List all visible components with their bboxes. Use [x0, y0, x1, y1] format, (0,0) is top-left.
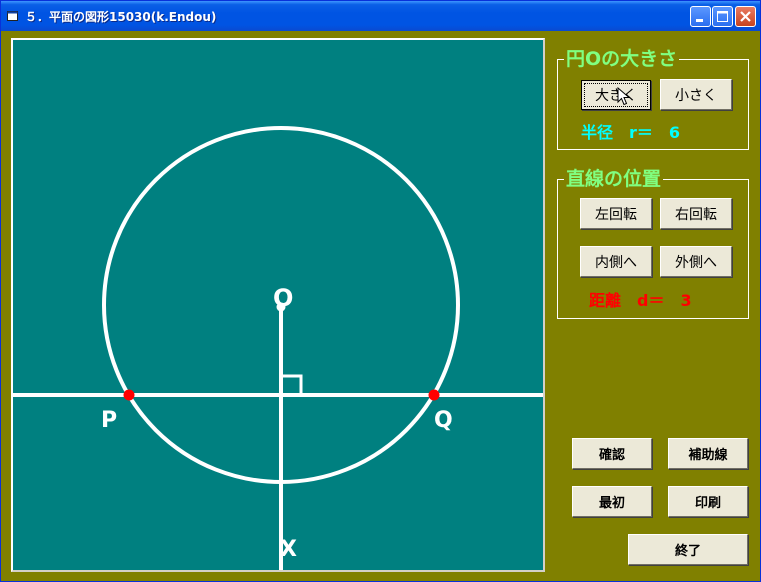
print-label: 印刷 [694, 496, 721, 511]
foot-label: X [280, 537, 297, 562]
distance-readout: 距離 d＝ 3 [589, 291, 692, 310]
close-icon [740, 11, 751, 22]
outward-label: 外側へ [675, 254, 717, 271]
point-p-label: P [101, 408, 117, 433]
figure-canvas[interactable]: O P Q X [11, 38, 545, 572]
radius-readout: 半径 r＝ 6 [581, 123, 681, 142]
point-q-label: Q [434, 408, 453, 433]
minimize-button[interactable] [690, 6, 711, 27]
rotate-right-button[interactable]: 右回転 [660, 198, 732, 229]
confirm-label: 確認 [598, 448, 625, 463]
close-button[interactable] [735, 6, 756, 27]
maximize-icon [717, 11, 728, 22]
mouse-cursor-icon [617, 87, 631, 106]
reset-label: 最初 [598, 496, 625, 511]
exit-button[interactable]: 終了 [628, 534, 748, 565]
print-button[interactable]: 印刷 [668, 486, 748, 517]
inward-button[interactable]: 内側へ [580, 246, 652, 277]
rotate-left-button[interactable]: 左回転 [580, 198, 652, 229]
app-icon [7, 11, 18, 21]
rotate-right-label: 右回転 [675, 206, 717, 223]
title-bar[interactable]: ５．平面の図形15030(k.Endou) [1, 1, 760, 31]
confirm-button[interactable]: 確認 [572, 438, 652, 469]
minimize-icon [696, 19, 703, 22]
window-title: ５．平面の図形15030(k.Endou) [25, 10, 217, 24]
reset-button[interactable]: 最初 [572, 486, 652, 517]
smaller-button[interactable]: 小さく [660, 79, 732, 110]
right-angle-mark [282, 374, 303, 394]
smaller-label: 小さく [675, 87, 717, 104]
outward-button[interactable]: 外側へ [660, 246, 732, 277]
inward-label: 内側へ [595, 254, 637, 271]
center-label: O [273, 284, 293, 312]
app-window: ５．平面の図形15030(k.Endou) O P Q X 円Oの大きさ 大きく… [0, 0, 761, 582]
circle-size-legend: 円Oの大きさ [564, 46, 680, 72]
maximize-button[interactable] [712, 6, 733, 27]
exit-label: 終了 [674, 544, 701, 559]
bigger-button[interactable]: 大きく [581, 80, 651, 110]
line-position-legend: 直線の位置 [564, 166, 664, 192]
intersection-point-q[interactable] [428, 389, 440, 401]
auxiliary-line-label: 補助線 [688, 448, 728, 463]
rotate-left-label: 左回転 [595, 206, 637, 223]
auxiliary-line-button[interactable]: 補助線 [668, 438, 748, 469]
figure-svg: O P Q X [13, 126, 543, 570]
intersection-point-p[interactable] [123, 389, 135, 401]
